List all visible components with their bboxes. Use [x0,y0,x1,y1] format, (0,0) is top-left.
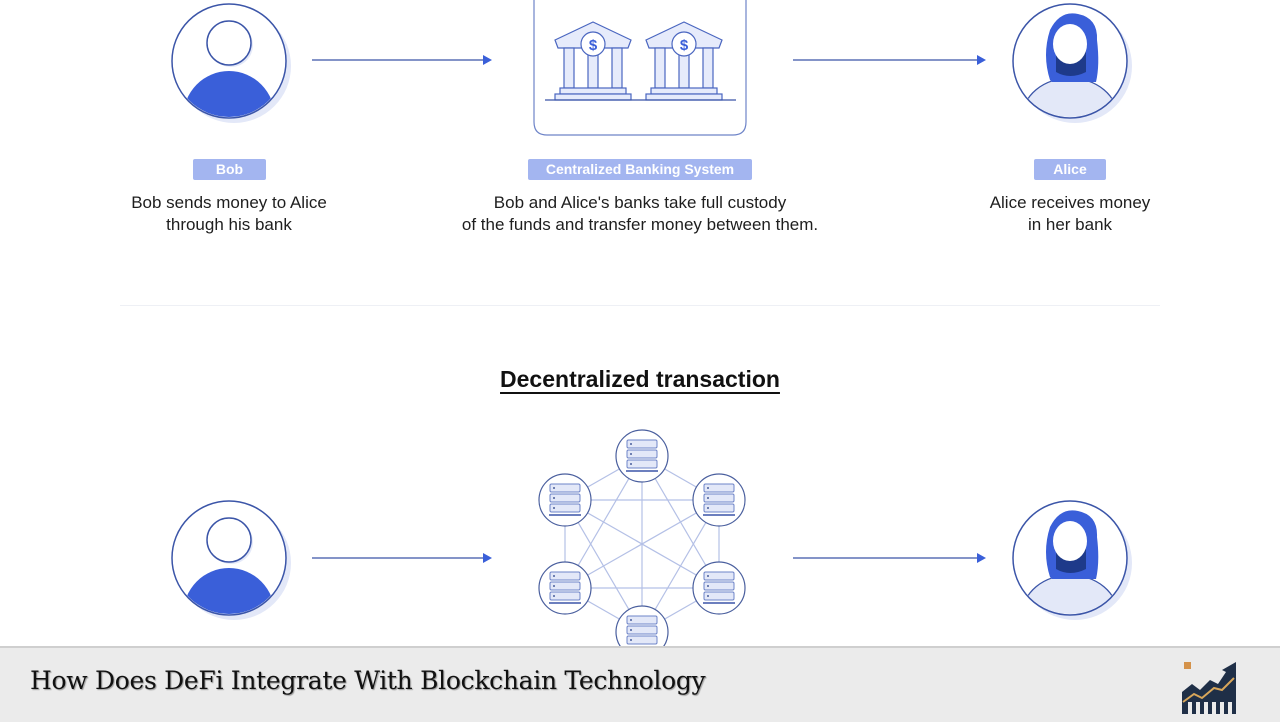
alice-description-line2: in her bank [1027,215,1113,234]
server-node-icon [692,561,746,615]
centralized-system-label: Centralized Banking System [528,159,752,180]
footer-title: How Does DeFi Integrate With Blockchain … [30,666,706,695]
arrow-bank-to-alice [793,55,986,65]
alice-label: Alice [1034,159,1106,180]
bob-avatar-bottom [171,500,291,620]
arrow-bob-to-bank [312,55,492,65]
section-divider [120,305,1160,306]
decentralized-title-text: Decentralized transaction [500,366,780,392]
centralized-description: Bob and Alice's banks take full custody … [420,192,860,236]
bank-box: $ $ [533,0,747,136]
footer-bar: How Does DeFi Integrate With Blockchain … [0,646,1280,722]
server-node-icon [692,473,746,527]
alice-avatar [1012,3,1132,123]
alice-description: Alice receives money in her bank [960,192,1180,236]
alice-description-line1: Alice receives money [989,193,1151,212]
centralized-description-line1: Bob and Alice's banks take full custody [493,193,787,212]
bob-description: Bob sends money to Alice through his ban… [100,192,358,236]
decentralized-title: Decentralized transaction [0,366,1280,393]
server-node-icon [615,605,669,650]
server-node-icon [538,473,592,527]
bob-avatar [171,3,291,123]
blockchain-network [538,429,746,650]
server-node-icon [615,429,669,483]
arrow-network-to-alice [793,553,986,563]
svg-text:$: $ [589,37,598,54]
server-node-icon [538,561,592,615]
bob-description-line1: Bob sends money to Alice [131,193,327,212]
svg-text:$: $ [680,37,689,54]
alice-avatar-bottom [1012,500,1132,620]
bob-description-line2: through his bank [166,215,292,234]
growth-chart-icon[interactable] [1180,656,1240,714]
bob-label: Bob [193,159,266,180]
arrow-bob-to-network [312,553,492,563]
centralized-description-line2: of the funds and transfer money between … [461,215,819,234]
